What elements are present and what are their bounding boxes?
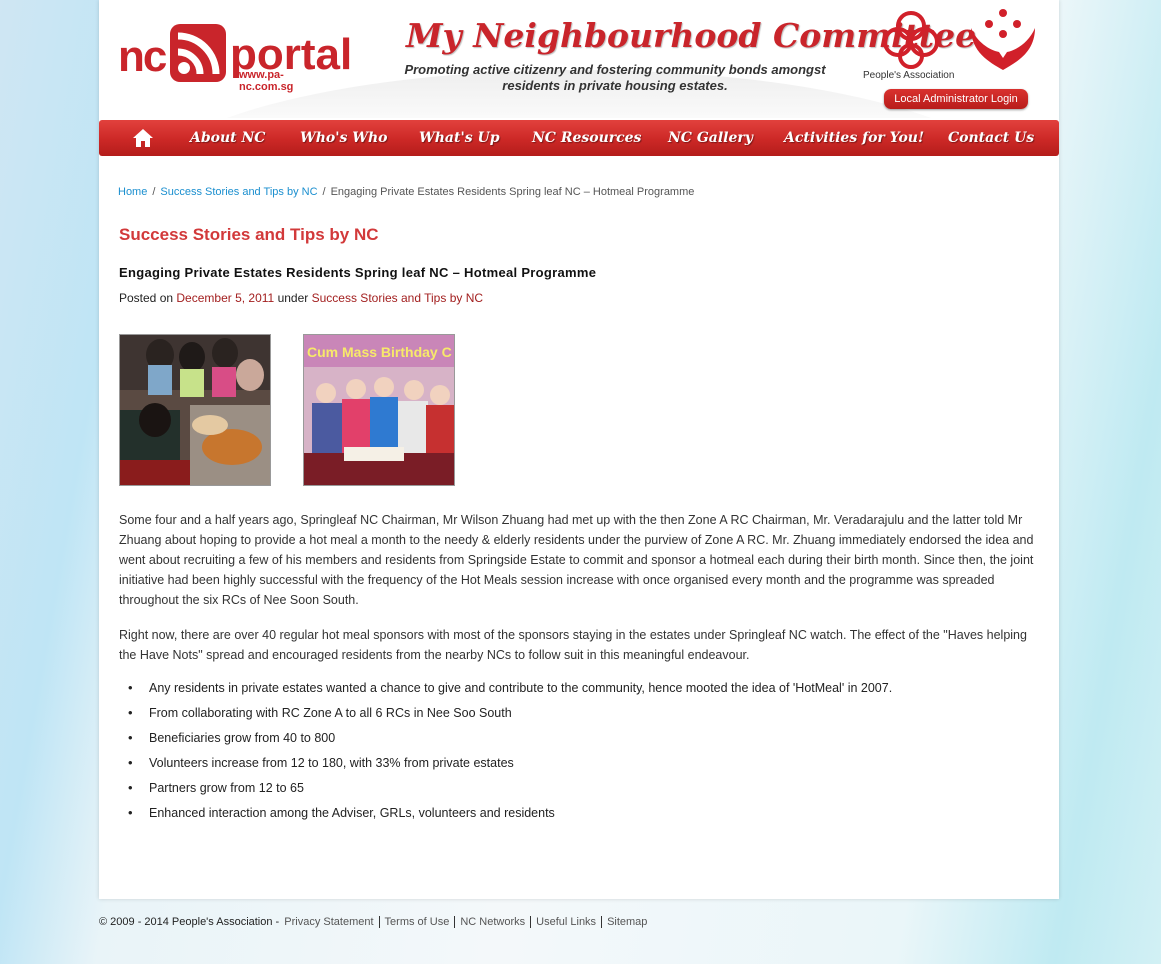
- breadcrumb-current: Engaging Private Estates Residents Sprin…: [330, 186, 695, 198]
- meta-posted-label: Posted on: [119, 291, 174, 305]
- breadcrumb-separator: /: [152, 186, 156, 198]
- peoples-association-logo[interactable]: People's Association: [861, 6, 961, 84]
- hotmeal-photo[interactable]: [119, 334, 271, 486]
- breadcrumb-home[interactable]: Home: [118, 186, 147, 198]
- site-footer: © 2009 - 2014 People's Association - Pri…: [99, 916, 653, 928]
- logo-url: www.pa-nc.com.sg: [239, 69, 294, 93]
- list-item: Any residents in private estates wanted …: [119, 678, 892, 703]
- home-icon[interactable]: [132, 128, 154, 148]
- list-item: Enhanced interaction among the Adviser, …: [119, 803, 892, 828]
- footer-useful-links-link[interactable]: Useful Links: [530, 916, 602, 928]
- achievements-list: Any residents in private estates wanted …: [119, 678, 892, 828]
- site-subtitle: Promoting active citizenry and fostering…: [404, 62, 826, 93]
- footer-privacy-link[interactable]: Privacy Statement: [282, 916, 378, 928]
- site-header: nc portal www.pa-nc.com.sg My Neighbourh…: [99, 0, 1059, 118]
- nav-nc-gallery[interactable]: NC Gallery: [668, 120, 753, 156]
- paragraph-2: Right now, there are over 40 regular hot…: [119, 628, 1027, 662]
- post-title: Engaging Private Estates Residents Sprin…: [119, 265, 597, 280]
- nav-contact-us[interactable]: Contact Us: [948, 120, 1034, 156]
- community-heart-logo: [967, 6, 1039, 74]
- paragraph-1: Some four and a half years ago, Springle…: [119, 513, 1034, 607]
- nav-activities[interactable]: Activities for You!: [784, 120, 924, 156]
- nav-whos-who[interactable]: Who's Who: [300, 120, 388, 156]
- pa-label: People's Association: [863, 70, 955, 81]
- nav-whats-up[interactable]: What's Up: [419, 120, 499, 156]
- rss-icon: [170, 24, 226, 82]
- nav-nc-resources[interactable]: NC Resources: [532, 120, 641, 156]
- copyright-text: © 2009 - 2014 People's Association -: [99, 916, 280, 928]
- breadcrumb: Home / Success Stories and Tips by NC / Enga…: [118, 186, 694, 198]
- footer-nc-networks-link[interactable]: NC Networks: [454, 916, 531, 928]
- breadcrumb-section[interactable]: Success Stories and Tips by NC: [160, 186, 317, 198]
- meta-under-label: under: [277, 291, 309, 305]
- footer-sitemap-link[interactable]: Sitemap: [601, 916, 653, 928]
- pa-emblem-icon: [883, 11, 939, 69]
- list-item: Beneficiaries grow from 40 to 800: [119, 728, 892, 753]
- main-nav: About NC Who's Who What's Up NC Resource…: [99, 120, 1059, 156]
- footer-terms-link[interactable]: Terms of Use: [378, 916, 455, 928]
- page-container: nc portal www.pa-nc.com.sg My Neighbourh…: [99, 0, 1059, 899]
- list-item: From collaborating with RC Zone A to all…: [119, 703, 892, 728]
- mass-birthday-photo[interactable]: Cum Mass Birthday C: [303, 334, 455, 486]
- logo-nc-text: nc: [118, 32, 167, 81]
- post-date-link[interactable]: December 5, 2011: [176, 291, 274, 305]
- section-title: Success Stories and Tips by NC: [119, 225, 379, 244]
- list-item: Partners grow from 12 to 65: [119, 778, 892, 803]
- local-admin-login-button[interactable]: Local Administrator Login: [884, 89, 1028, 109]
- nav-about-nc[interactable]: About NC: [190, 120, 265, 156]
- birthday-banner-text: Cum Mass Birthday C: [307, 344, 452, 360]
- post-category-link[interactable]: Success Stories and Tips by NC: [312, 291, 483, 305]
- breadcrumb-separator: /: [322, 186, 326, 198]
- list-item: Volunteers increase from 12 to 180, with…: [119, 753, 892, 778]
- post-meta: Posted on December 5, 2011 under Success…: [119, 291, 483, 305]
